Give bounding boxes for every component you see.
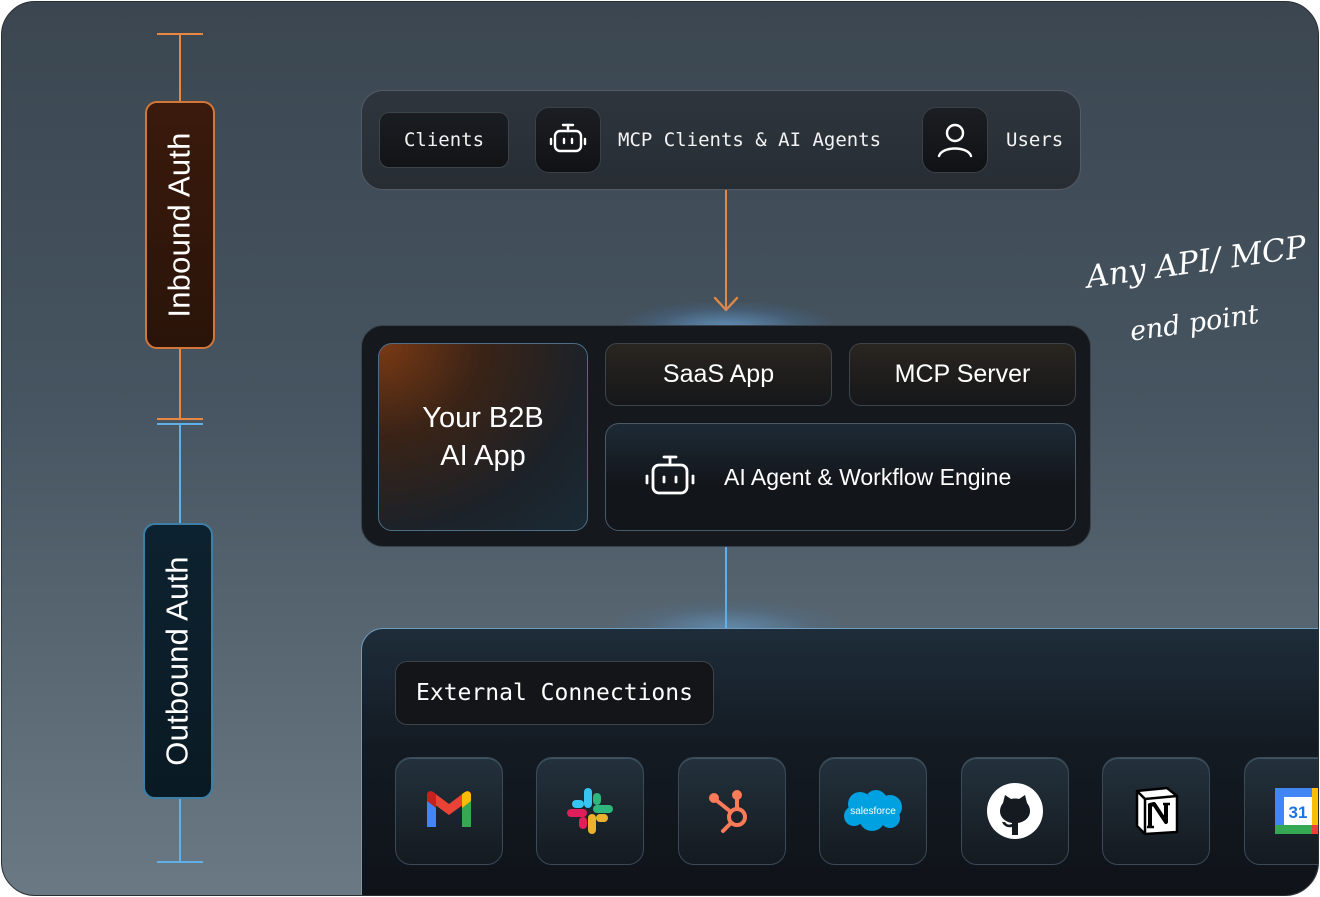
- gmail-app-tile[interactable]: [395, 757, 503, 865]
- outbound-rail-upper: [179, 423, 181, 524]
- external-connections-title-chip: External Connections: [395, 661, 714, 725]
- external-connections-title: External Connections: [416, 680, 693, 706]
- mcp-clients-icon-box: [535, 107, 601, 173]
- architecture-diagram: Inbound Auth Outbound Auth Clients MCP C…: [1, 1, 1319, 896]
- inbound-arrow-line: [725, 190, 727, 308]
- inbound-auth-label: Inbound Auth: [162, 132, 198, 318]
- outbound-rail-bottom-cap: [157, 861, 203, 863]
- salesforce-wordmark: salesforce: [850, 806, 896, 817]
- users-icon-box: [922, 107, 988, 173]
- calendar-day-number: 31: [1289, 803, 1308, 822]
- hubspot-icon: [709, 790, 747, 833]
- b2b-app-box: Your B2B AI App SaaS App MCP Server AI A…: [361, 325, 1091, 547]
- outbound-auth-label-box: Outbound Auth: [143, 523, 213, 799]
- agent-workflow-engine-panel: AI Agent & Workflow Engine: [605, 423, 1076, 531]
- google-calendar-icon: 31: [1275, 788, 1318, 834]
- clients-chip: Clients: [379, 112, 509, 168]
- b2b-title-line-2: AI App: [440, 440, 526, 472]
- client-types-bar: Clients MCP Clients & AI Agents Users: [361, 90, 1081, 190]
- robot-icon: [645, 455, 695, 495]
- github-app-tile[interactable]: [961, 757, 1069, 865]
- users-label: Users: [1006, 129, 1064, 151]
- gmail-icon: [427, 791, 471, 827]
- b2b-ai-app-title: Your B2B AI App: [422, 399, 543, 475]
- saas-app-panel: SaaS App: [605, 343, 832, 406]
- inbound-rail-bottom-cap: [157, 418, 203, 420]
- github-icon: [987, 783, 1043, 839]
- robot-icon: [549, 123, 587, 153]
- salesforce-app-tile[interactable]: salesforce: [819, 757, 927, 865]
- b2b-title-line-1: Your B2B: [422, 402, 544, 434]
- annotation-line-2: end point: [1128, 298, 1261, 348]
- external-connections-panel: External Connections salesforce 31: [361, 628, 1318, 895]
- notion-icon: [1135, 786, 1179, 836]
- slack-app-tile[interactable]: [536, 757, 644, 865]
- saas-app-label: SaaS App: [662, 360, 775, 388]
- b2b-ai-app-panel: Your B2B AI App: [378, 343, 588, 531]
- mcp-server-panel: MCP Server: [849, 343, 1076, 406]
- inbound-auth-label-box: Inbound Auth: [145, 101, 215, 349]
- mcp-clients-label: MCP Clients & AI Agents: [618, 129, 882, 151]
- clients-label: Clients: [403, 129, 485, 151]
- hubspot-app-tile[interactable]: [678, 757, 786, 865]
- mcp-server-label: MCP Server: [894, 360, 1031, 388]
- google-calendar-app-tile[interactable]: 31: [1244, 757, 1318, 865]
- user-icon: [937, 123, 973, 158]
- slack-icon: [567, 788, 613, 834]
- notion-app-tile[interactable]: [1102, 757, 1210, 865]
- inbound-rail-lower: [179, 348, 181, 420]
- inbound-rail-upper: [179, 33, 181, 103]
- salesforce-icon: salesforce: [844, 790, 902, 831]
- engine-label: AI Agent & Workflow Engine: [724, 464, 1012, 490]
- outbound-auth-label: Outbound Auth: [160, 556, 196, 766]
- annotation-line-1: Any API/ MCP: [1084, 229, 1309, 296]
- outbound-rail-lower: [179, 798, 181, 862]
